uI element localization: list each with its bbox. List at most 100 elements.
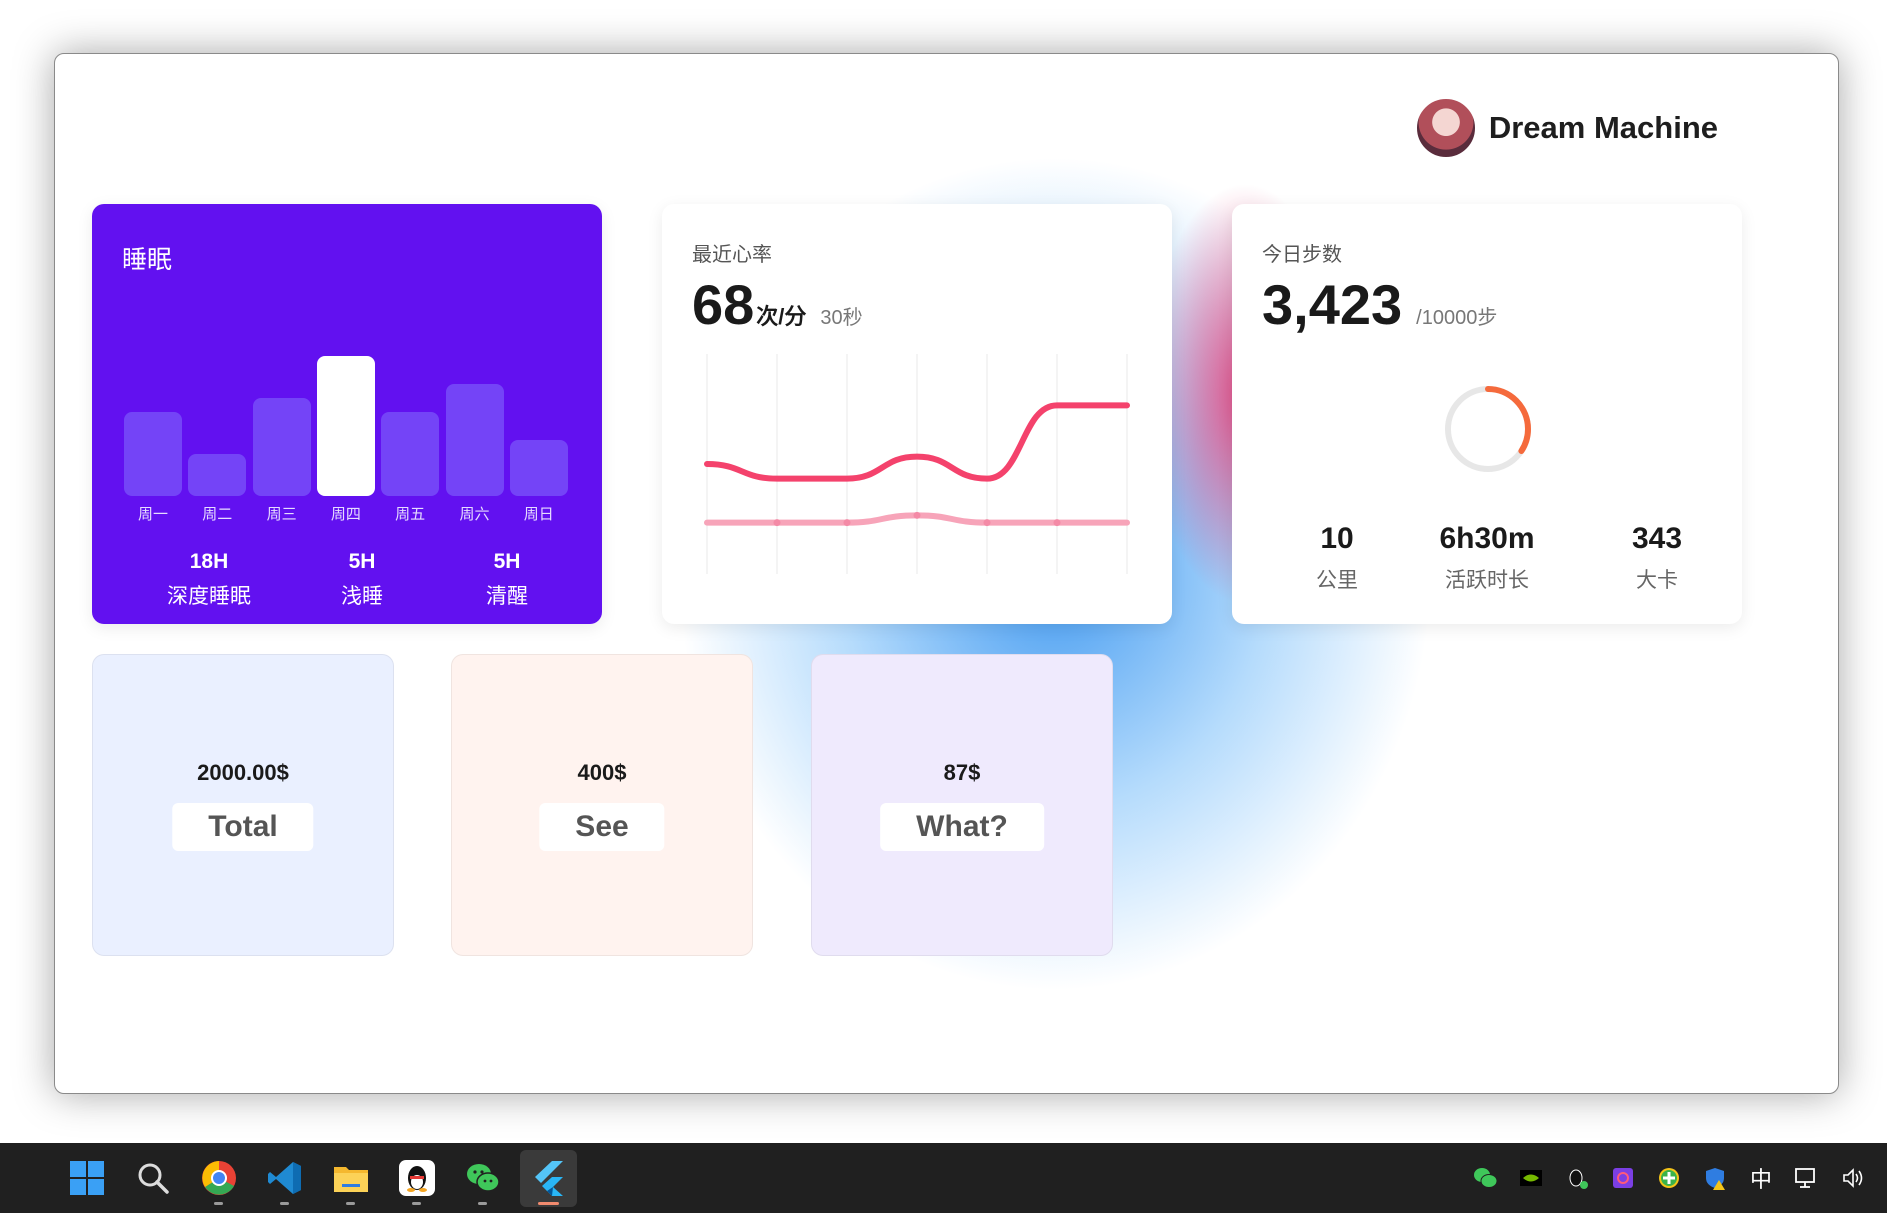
sleep-bar-column[interactable]: 周五 — [381, 349, 440, 524]
windows-start-icon[interactable] — [58, 1150, 115, 1207]
heart-rate-point — [983, 519, 991, 527]
heart-rate-point — [773, 519, 781, 527]
user-name: Dream Machine — [1488, 110, 1718, 145]
sleep-bar — [316, 356, 375, 496]
what-card[interactable]: 87$ What? — [811, 654, 1113, 956]
sleep-bar-column[interactable]: 周四 — [316, 349, 375, 524]
total-amount: 2000.00$ — [197, 760, 289, 785]
vscode-icon[interactable] — [256, 1150, 313, 1207]
sleep-stat-deep: 18H 深度睡眠 — [144, 550, 274, 610]
sleep-stat-awake: 5H 清醒 — [462, 550, 552, 610]
steps-stat-distance: 10 公里 — [1287, 522, 1387, 594]
steps-title: 今日步数 — [1262, 244, 1342, 266]
sleep-bar-column[interactable]: 周六 — [445, 349, 504, 524]
app-tray-icon[interactable] — [1609, 1164, 1637, 1192]
wechat-tray-icon[interactable] — [1471, 1164, 1499, 1192]
steps-stat-label: 公里 — [1316, 569, 1358, 592]
sleep-stat-label: 浅睡 — [341, 585, 383, 608]
file-explorer-icon[interactable] — [322, 1150, 379, 1207]
steps-value-row: 3,423/10000步 — [1262, 272, 1497, 337]
sleep-stat-light: 5H 浅睡 — [317, 550, 407, 610]
running-indicator — [478, 1201, 487, 1205]
green-plus-icon[interactable] — [1655, 1164, 1683, 1192]
running-indicator — [412, 1201, 421, 1205]
qq-icon[interactable] — [388, 1150, 445, 1207]
sleep-bar — [445, 384, 504, 496]
sleep-bar-label: 周五 — [395, 506, 426, 523]
steps-stat-label: 活跃时长 — [1445, 569, 1529, 592]
user-profile[interactable]: Dream Machine — [1414, 97, 1718, 159]
sleep-bar-label: 周日 — [523, 506, 554, 523]
chrome-icon[interactable] — [190, 1150, 247, 1207]
sleep-stat-label: 清醒 — [486, 585, 528, 608]
wechat-icon[interactable] — [454, 1150, 511, 1207]
steps-stat-calories: 343 大卡 — [1607, 522, 1707, 594]
what-button[interactable]: What? — [880, 803, 1044, 851]
heart-rate-point — [1053, 519, 1061, 527]
heart-rate-point — [913, 511, 921, 519]
sleep-bar — [188, 454, 247, 496]
sleep-bar-column[interactable]: 周三 — [252, 349, 311, 524]
steps-stat-value: 6h30m — [1439, 522, 1535, 555]
running-indicator — [214, 1201, 223, 1205]
taskbar: 中 — [0, 1143, 1887, 1213]
network-icon[interactable] — [1793, 1164, 1821, 1192]
sleep-bar-column[interactable]: 周日 — [509, 349, 568, 524]
steps-stat-value: 343 — [1631, 522, 1683, 555]
heart-rate-value-row: 68次/分 30秒 — [692, 272, 863, 337]
sleep-stat-value: 5H — [348, 550, 376, 573]
sleep-bar-label: 周三 — [266, 506, 297, 523]
sleep-stats: 18H 深度睡眠 5H 浅睡 5H 清醒 — [92, 550, 602, 610]
nvidia-icon[interactable] — [1517, 1164, 1545, 1192]
see-amount: 400$ — [577, 760, 627, 785]
heart-rate-unit: 次/分 — [756, 304, 807, 329]
see-card[interactable]: 400$ See — [451, 654, 753, 956]
sleep-bar-label: 周二 — [202, 506, 233, 523]
sleep-stat-label: 深度睡眠 — [167, 585, 251, 608]
security-shield-icon[interactable] — [1701, 1164, 1729, 1192]
heart-rate-line-chart — [704, 354, 1130, 574]
sleep-bar — [252, 398, 311, 496]
ime-indicator[interactable]: 中 — [1747, 1164, 1775, 1193]
sleep-card[interactable]: 睡眠 周一 周二 周三 周四 周五 周六 周日 18H 深度睡眠 5H 浅睡 5H 清醒 — [92, 204, 602, 624]
volume-icon[interactable] — [1839, 1164, 1867, 1192]
app-window: Dream Machine 睡眠 周一 周二 周三 周四 周五 周六 周日 18H 深度睡眠… — [54, 53, 1839, 1094]
sleep-bar — [509, 440, 568, 496]
total-card[interactable]: 2000.00$ Total — [92, 654, 394, 956]
avatar[interactable] — [1414, 97, 1477, 159]
steps-progress-ring — [1445, 386, 1531, 472]
search-icon[interactable] — [124, 1150, 181, 1207]
total-button[interactable]: Total — [172, 803, 314, 851]
steps-stat-value: 10 — [1320, 522, 1354, 555]
sleep-card-title: 睡眠 — [122, 246, 173, 274]
sleep-bar-column[interactable]: 周二 — [188, 349, 247, 524]
steps-card[interactable]: 今日步数 3,423/10000步 10 公里 6h30m 活跃时长 343 大… — [1232, 204, 1742, 624]
steps-goal: /10000步 — [1416, 307, 1498, 329]
steps-stat-label: 大卡 — [1636, 569, 1678, 592]
running-indicator — [346, 1201, 355, 1205]
steps-value: 3,423 — [1262, 273, 1403, 336]
sleep-bar-label: 周四 — [330, 506, 361, 523]
sleep-bar-label: 周六 — [459, 506, 490, 523]
heart-rate-value: 68 — [692, 273, 755, 336]
sleep-bar-column[interactable]: 周一 — [124, 349, 182, 524]
sleep-bar — [381, 412, 440, 496]
heart-rate-point — [843, 519, 851, 527]
steps-stat-active-time: 6h30m 活跃时长 — [1412, 522, 1562, 594]
flutter-icon[interactable] — [520, 1149, 577, 1207]
heart-rate-card[interactable]: 最近心率 68次/分 30秒 — [662, 204, 1172, 624]
sleep-stat-value: 5H — [493, 550, 521, 573]
see-button[interactable]: See — [539, 803, 665, 851]
what-amount: 87$ — [943, 760, 981, 785]
sleep-stat-value: 18H — [189, 550, 229, 573]
taskbar-apps — [58, 1143, 577, 1213]
heart-rate-title: 最近心率 — [692, 244, 772, 266]
system-tray: 中 — [1471, 1143, 1867, 1213]
running-indicator — [280, 1201, 289, 1205]
sleep-bar-label: 周一 — [137, 506, 168, 523]
heart-rate-interval: 30秒 — [820, 307, 863, 329]
running-indicator — [538, 1201, 559, 1205]
sleep-bar — [124, 412, 182, 496]
sleep-bar-chart: 周一 周二 周三 周四 周五 周六 周日 — [124, 349, 570, 524]
qq-tray-icon[interactable] — [1563, 1164, 1591, 1192]
